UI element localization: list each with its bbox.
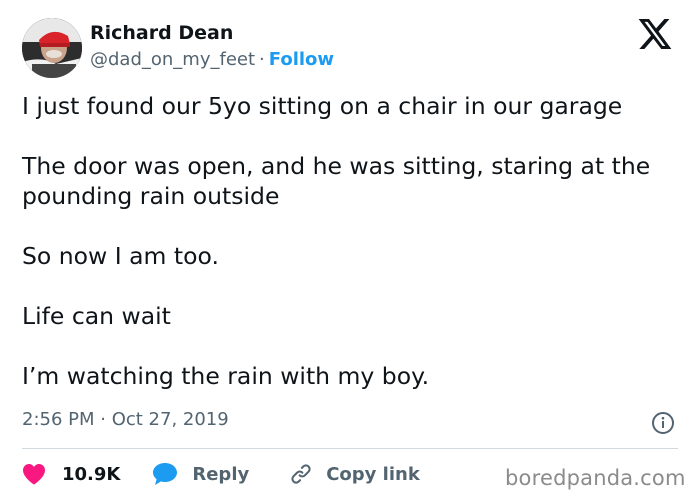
heart-icon (23, 464, 45, 485)
x-logo-icon[interactable] (638, 19, 672, 49)
reply-button[interactable]: Reply (152, 462, 249, 486)
copy-link-label: Copy link (326, 463, 420, 485)
info-icon[interactable] (651, 411, 675, 435)
like-count: 10.9K (62, 463, 121, 485)
author-handle-row: @dad_on_my_feet · Follow (90, 49, 334, 70)
tweet-timestamp[interactable]: 2:56 PM · Oct 27, 2019 (22, 409, 229, 430)
tweet-paragraph: The door was open, and he was sitting, s… (22, 152, 651, 210)
tweet-paragraph: Life can wait (22, 302, 171, 330)
avatar[interactable] (22, 18, 82, 78)
like-button[interactable]: 10.9K (22, 463, 120, 485)
reply-label: Reply (192, 463, 250, 485)
handle-separator: · (259, 49, 265, 70)
speech-bubble-icon (153, 463, 178, 485)
link-icon (291, 464, 311, 484)
tweet-paragraph: So now I am too. (22, 242, 219, 270)
avatar-photo (22, 18, 82, 78)
tweet-text: I just found our 5yo sitting on a chair … (22, 91, 682, 391)
author-handle[interactable]: @dad_on_my_feet (90, 49, 255, 70)
tweet-paragraph: I’m watching the rain with my boy. (22, 362, 430, 390)
copy-link-button[interactable]: Copy link (290, 463, 420, 485)
tweet-paragraph: I just found our 5yo sitting on a chair … (22, 92, 623, 120)
author-name[interactable]: Richard Dean (90, 22, 233, 44)
follow-button[interactable]: Follow (269, 49, 334, 70)
watermark: boredpanda.com (505, 466, 686, 490)
divider (22, 448, 678, 449)
action-bar: 10.9K Reply Copy link (22, 461, 420, 487)
